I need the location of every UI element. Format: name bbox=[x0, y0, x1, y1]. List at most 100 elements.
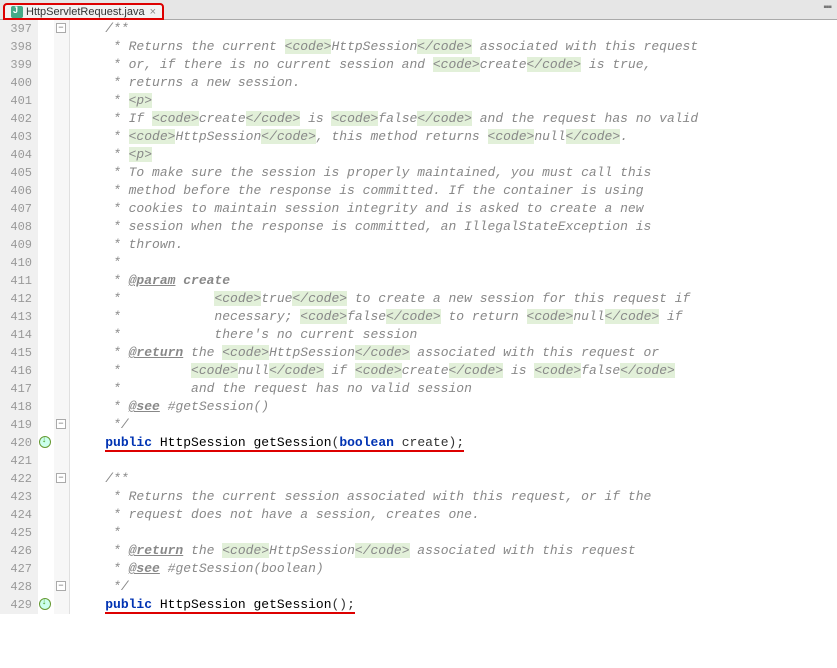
marker-cell bbox=[38, 146, 54, 164]
code-line[interactable]: */ bbox=[74, 416, 837, 434]
line-number: 405 bbox=[0, 164, 32, 182]
line-number: 402 bbox=[0, 110, 32, 128]
fold-column: − − − − bbox=[54, 20, 70, 614]
marker-cell bbox=[38, 560, 54, 578]
line-number: 410 bbox=[0, 254, 32, 272]
marker-cell bbox=[38, 236, 54, 254]
code-line[interactable]: * <code>HttpSession</code>, this method … bbox=[74, 128, 837, 146]
marker-cell bbox=[38, 542, 54, 560]
file-tab-label: HttpServletRequest.java bbox=[26, 6, 145, 18]
code-line[interactable]: * <p> bbox=[74, 146, 837, 164]
code-line[interactable]: * thrown. bbox=[74, 236, 837, 254]
code-line[interactable]: * and the request has no valid session bbox=[74, 380, 837, 398]
code-line[interactable]: * To make sure the session is properly m… bbox=[74, 164, 837, 182]
marker-cell bbox=[38, 308, 54, 326]
line-number: 418 bbox=[0, 398, 32, 416]
code-line[interactable]: * <code>null</code> if <code>create</cod… bbox=[74, 362, 837, 380]
fold-cell bbox=[54, 128, 69, 146]
marker-cell bbox=[38, 596, 54, 614]
fold-cell bbox=[54, 542, 69, 560]
fold-toggle-icon[interactable]: − bbox=[56, 473, 66, 483]
line-number: 417 bbox=[0, 380, 32, 398]
editor: 3973983994004014024034044054064074084094… bbox=[0, 20, 837, 614]
fold-cell: − bbox=[54, 416, 69, 434]
fold-cell bbox=[54, 506, 69, 524]
code-line[interactable]: * <code>true</code> to create a new sess… bbox=[74, 290, 837, 308]
code-line[interactable]: * <p> bbox=[74, 92, 837, 110]
line-number: 422 bbox=[0, 470, 32, 488]
code-line[interactable]: * necessary; <code>false</code> to retur… bbox=[74, 308, 837, 326]
code-line[interactable]: * @param create bbox=[74, 272, 837, 290]
override-marker-icon[interactable] bbox=[39, 436, 51, 448]
marker-cell bbox=[38, 110, 54, 128]
line-number: 427 bbox=[0, 560, 32, 578]
marker-cell bbox=[38, 524, 54, 542]
code-line[interactable]: * bbox=[74, 524, 837, 542]
overflow-icon[interactable]: ▪▪▪ bbox=[823, 2, 831, 13]
code-line[interactable]: * @see #getSession(boolean) bbox=[74, 560, 837, 578]
fold-cell bbox=[54, 110, 69, 128]
line-number: 423 bbox=[0, 488, 32, 506]
fold-cell bbox=[54, 218, 69, 236]
code-line[interactable] bbox=[74, 452, 837, 470]
close-icon[interactable]: × bbox=[150, 6, 156, 18]
marker-cell bbox=[38, 56, 54, 74]
code-line[interactable]: /** bbox=[74, 470, 837, 488]
fold-cell: − bbox=[54, 470, 69, 488]
tab-bar: HttpServletRequest.java × ▪▪▪ bbox=[0, 0, 837, 20]
java-file-icon bbox=[11, 6, 23, 18]
line-number: 419 bbox=[0, 416, 32, 434]
code-line[interactable]: public HttpSession getSession(boolean cr… bbox=[74, 434, 837, 452]
line-number: 421 bbox=[0, 452, 32, 470]
line-number: 424 bbox=[0, 506, 32, 524]
fold-cell bbox=[54, 200, 69, 218]
marker-cell bbox=[38, 200, 54, 218]
fold-cell bbox=[54, 146, 69, 164]
file-tab[interactable]: HttpServletRequest.java × bbox=[4, 4, 163, 19]
code-line[interactable]: * bbox=[74, 254, 837, 272]
code-line[interactable]: * cookies to maintain session integrity … bbox=[74, 200, 837, 218]
code-line[interactable]: /** bbox=[74, 20, 837, 38]
fold-toggle-icon[interactable]: − bbox=[56, 419, 66, 429]
line-number: 404 bbox=[0, 146, 32, 164]
code-line[interactable]: * request does not have a session, creat… bbox=[74, 506, 837, 524]
line-number: 416 bbox=[0, 362, 32, 380]
code-line[interactable]: public HttpSession getSession(); bbox=[74, 596, 837, 614]
code-line[interactable]: * session when the response is committed… bbox=[74, 218, 837, 236]
code-line[interactable]: * Returns the current session associated… bbox=[74, 488, 837, 506]
code-area[interactable]: /** * Returns the current <code>HttpSess… bbox=[70, 20, 837, 614]
line-number: 406 bbox=[0, 182, 32, 200]
code-line[interactable]: * @see #getSession() bbox=[74, 398, 837, 416]
fold-cell bbox=[54, 398, 69, 416]
code-line[interactable]: * there's no current session bbox=[74, 326, 837, 344]
code-line[interactable]: * or, if there is no current session and… bbox=[74, 56, 837, 74]
code-line[interactable]: * method before the response is committe… bbox=[74, 182, 837, 200]
marker-cell bbox=[38, 74, 54, 92]
line-number: 429 bbox=[0, 596, 32, 614]
marker-cell bbox=[38, 38, 54, 56]
fold-cell bbox=[54, 362, 69, 380]
marker-cell bbox=[38, 398, 54, 416]
fold-cell bbox=[54, 596, 69, 614]
code-line[interactable]: * @return the <code>HttpSession</code> a… bbox=[74, 542, 837, 560]
code-line[interactable]: * @return the <code>HttpSession</code> a… bbox=[74, 344, 837, 362]
fold-cell bbox=[54, 38, 69, 56]
fold-toggle-icon[interactable]: − bbox=[56, 581, 66, 591]
fold-cell bbox=[54, 344, 69, 362]
fold-cell bbox=[54, 308, 69, 326]
line-number: 426 bbox=[0, 542, 32, 560]
marker-cell bbox=[38, 182, 54, 200]
line-number: 408 bbox=[0, 218, 32, 236]
override-marker-icon[interactable] bbox=[39, 598, 51, 610]
marker-cell bbox=[38, 362, 54, 380]
code-line[interactable]: * Returns the current <code>HttpSession<… bbox=[74, 38, 837, 56]
code-line[interactable]: */ bbox=[74, 578, 837, 596]
marker-cell bbox=[38, 470, 54, 488]
marker-cell bbox=[38, 380, 54, 398]
code-line[interactable]: * returns a new session. bbox=[74, 74, 837, 92]
line-number: 407 bbox=[0, 200, 32, 218]
fold-cell bbox=[54, 434, 69, 452]
marker-cell bbox=[38, 164, 54, 182]
fold-toggle-icon[interactable]: − bbox=[56, 23, 66, 33]
code-line[interactable]: * If <code>create</code> is <code>false<… bbox=[74, 110, 837, 128]
